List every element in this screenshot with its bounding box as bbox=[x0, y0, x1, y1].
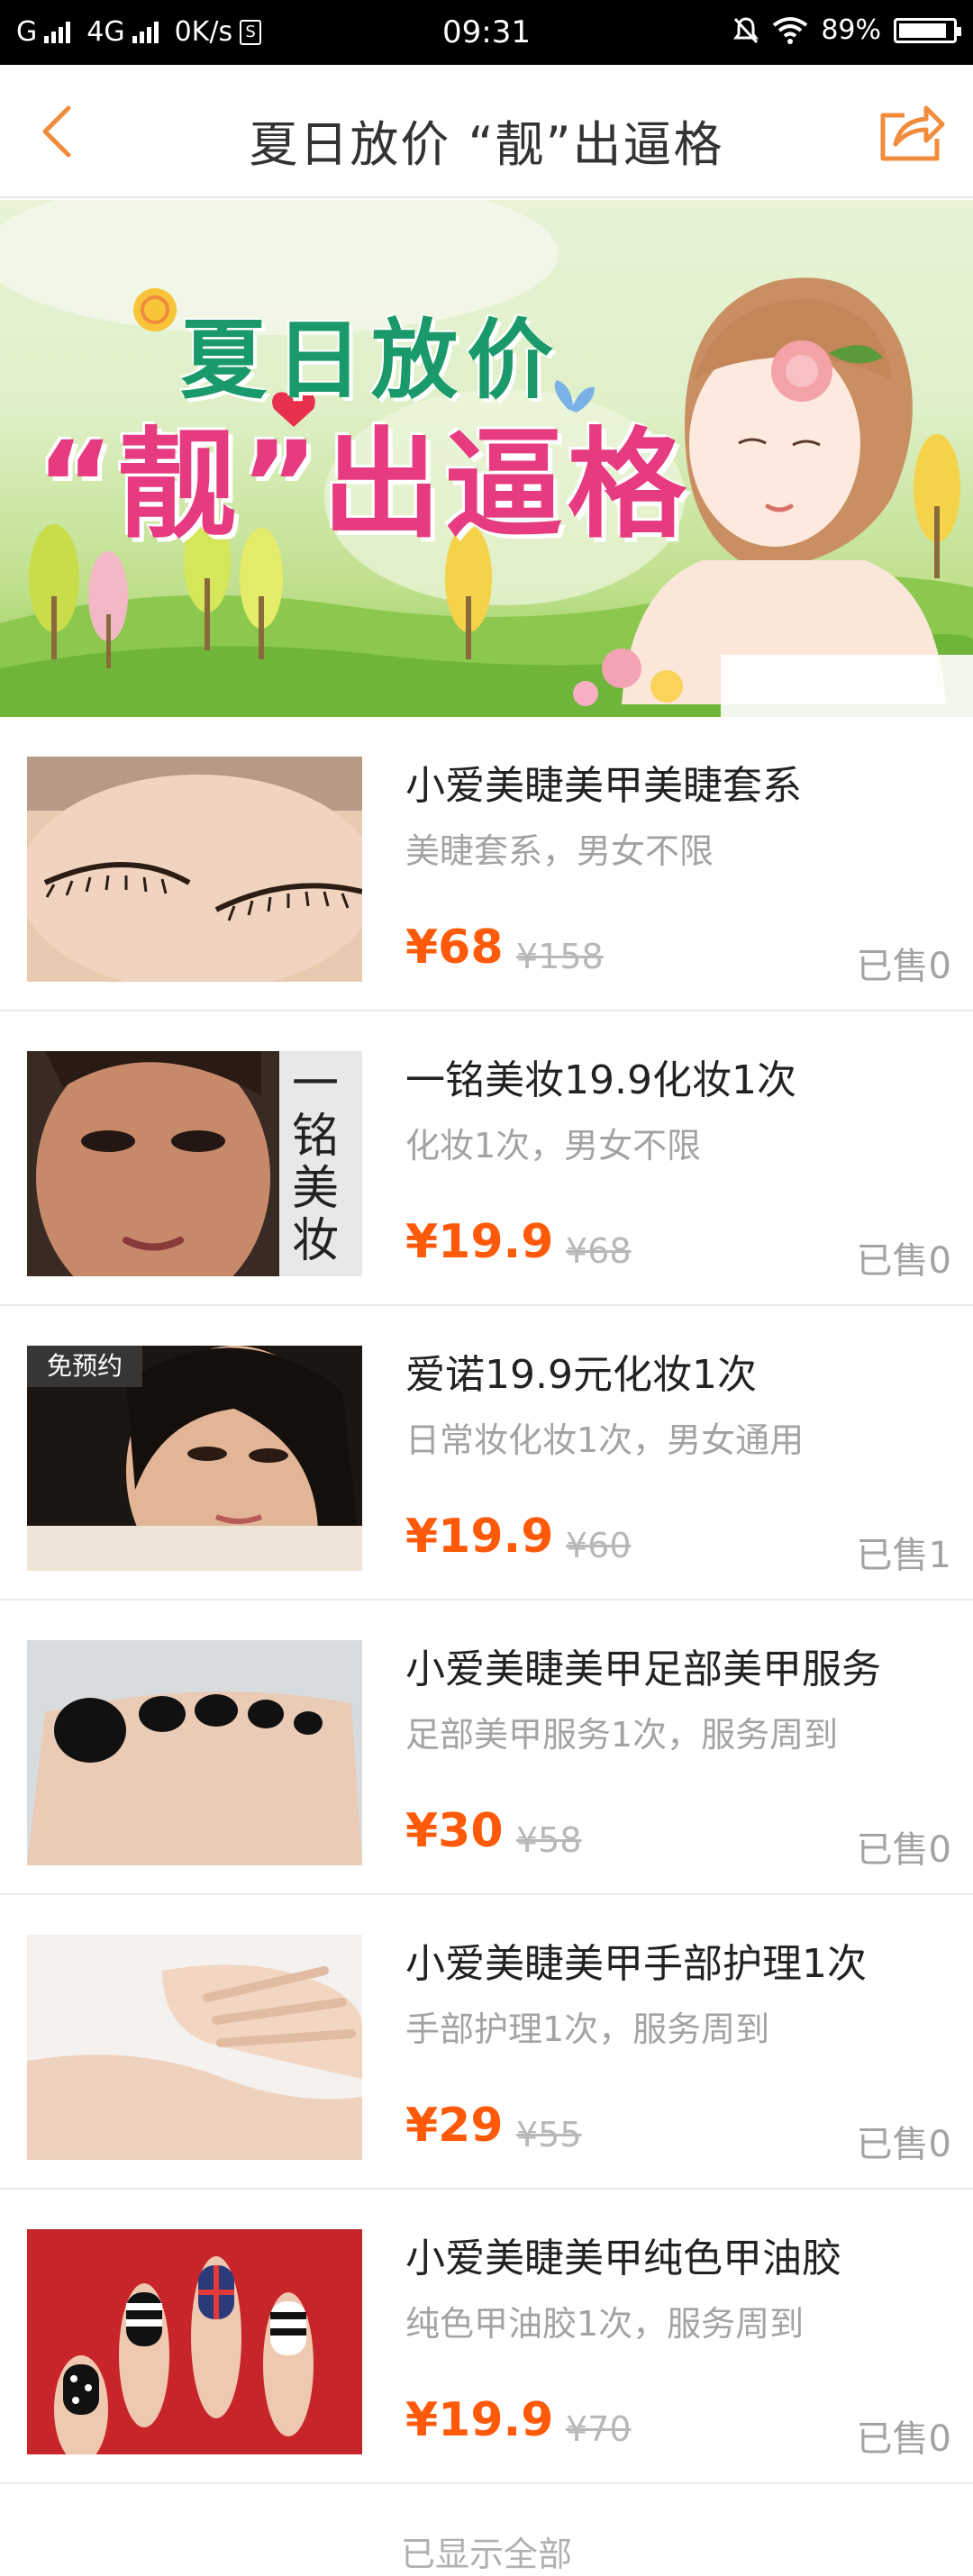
item-sold-count: 已售0 bbox=[856, 946, 951, 987]
thumb-overlay-text: 一铭美妆 bbox=[292, 1057, 340, 1268]
list-item[interactable]: 免预约 爱诺19.9元化妆1次 日常妆化妆1次，男女通用 ¥19.9 ¥60 已… bbox=[0, 1306, 973, 1601]
back-icon[interactable] bbox=[32, 103, 86, 160]
item-sold-count: 已售0 bbox=[856, 2124, 951, 2165]
item-original-price: ¥70 bbox=[566, 2409, 632, 2449]
list-item[interactable]: 小爱美睫美甲足部美甲服务 足部美甲服务1次，服务周到 ¥30 ¥58 已售0 bbox=[0, 1601, 973, 1895]
deal-list: 小爱美睫美甲美睫套系 美睫套系，男女不限 ¥68 ¥158 已售0 一铭美妆 一… bbox=[0, 717, 973, 2484]
item-price: ¥19.9 bbox=[405, 2393, 554, 2447]
nav-bar: 夏日放价 “靓”出逼格 bbox=[0, 65, 973, 198]
item-thumbnail bbox=[27, 2229, 362, 2454]
battery-percent: 89% bbox=[821, 14, 881, 46]
item-sold-count: 已售1 bbox=[856, 1535, 951, 1576]
item-price: ¥68 bbox=[405, 921, 504, 975]
item-title: 小爱美睫美甲足部美甲服务 bbox=[405, 1646, 881, 1692]
item-thumbnail bbox=[27, 757, 362, 982]
item-price: ¥19.9 bbox=[405, 1215, 554, 1269]
list-item[interactable]: 一铭美妆 一铭美妆19.9化妆1次 化妆1次，男女不限 ¥19.9 ¥68 已售… bbox=[0, 1011, 973, 1306]
item-description: 足部美甲服务1次，服务周到 bbox=[405, 1715, 839, 1755]
item-title: 小爱美睫美甲手部护理1次 bbox=[405, 1941, 867, 1987]
eyelash-photo bbox=[27, 757, 362, 982]
list-item[interactable]: 小爱美睫美甲手部护理1次 手部护理1次，服务周到 ¥29 ¥55 已售0 bbox=[0, 1895, 973, 2190]
list-item[interactable]: 小爱美睫美甲纯色甲油胶 纯色甲油胶1次，服务周到 ¥19.9 ¥70 已售0 bbox=[0, 2190, 973, 2484]
item-title: 爱诺19.9元化妆1次 bbox=[405, 1352, 757, 1398]
status-bar: G 4G 0K/s S 09:31 89% bbox=[0, 0, 973, 65]
item-thumbnail: 一铭美妆 bbox=[27, 1051, 362, 1276]
item-description: 手部护理1次，服务周到 bbox=[405, 2009, 770, 2049]
item-title: 一铭美妆19.9化妆1次 bbox=[405, 1057, 796, 1103]
item-original-price: ¥158 bbox=[516, 937, 604, 976]
list-item[interactable]: 小爱美睫美甲美睫套系 美睫套系，男女不限 ¥68 ¥158 已售0 bbox=[0, 717, 973, 1011]
mute-bell-icon bbox=[733, 16, 759, 43]
toenail-photo bbox=[27, 1640, 362, 1865]
item-title: 小爱美睫美甲纯色甲油胶 bbox=[405, 2236, 841, 2281]
item-thumbnail: 免预约 bbox=[27, 1346, 362, 1571]
item-price: ¥30 bbox=[405, 1804, 504, 1858]
item-description: 化妆1次，男女不限 bbox=[405, 1126, 702, 1166]
battery-icon bbox=[894, 17, 961, 43]
item-description: 纯色甲油胶1次，服务周到 bbox=[405, 2304, 805, 2344]
item-original-price: ¥68 bbox=[566, 1231, 632, 1271]
item-description: 美睫套系，男女不限 bbox=[405, 831, 714, 871]
banner-subheadline: “靓”出逼格 bbox=[36, 416, 690, 555]
item-thumbnail bbox=[27, 1640, 362, 1865]
item-description: 日常妆化妆1次，男女通用 bbox=[405, 1420, 805, 1460]
end-of-list-text: 已显示全部 bbox=[400, 2535, 572, 2574]
item-original-price: ¥55 bbox=[516, 2115, 582, 2154]
item-original-price: ¥60 bbox=[566, 1526, 632, 1565]
item-title: 小爱美睫美甲美睫套系 bbox=[405, 763, 802, 809]
hand-care-photo bbox=[27, 1935, 362, 2160]
wifi-icon bbox=[773, 16, 808, 44]
no-reservation-badge: 免预约 bbox=[27, 1346, 143, 1387]
promo-banner[interactable]: 夏日放价 “靓”出逼格 bbox=[0, 200, 973, 717]
item-sold-count: 已售0 bbox=[856, 2418, 951, 2460]
item-sold-count: 已售0 bbox=[856, 1829, 951, 1871]
share-icon[interactable] bbox=[878, 99, 946, 164]
page-title: 夏日放价 “靓”出逼格 bbox=[249, 116, 724, 173]
status-right: 89% bbox=[732, 14, 961, 46]
item-sold-count: 已售0 bbox=[856, 1240, 951, 1282]
item-price: ¥19.9 bbox=[405, 1510, 554, 1564]
item-original-price: ¥58 bbox=[516, 1820, 582, 1860]
item-price: ¥29 bbox=[405, 2099, 504, 2153]
nail-art-photo bbox=[27, 2229, 362, 2454]
item-thumbnail bbox=[27, 1935, 362, 2160]
